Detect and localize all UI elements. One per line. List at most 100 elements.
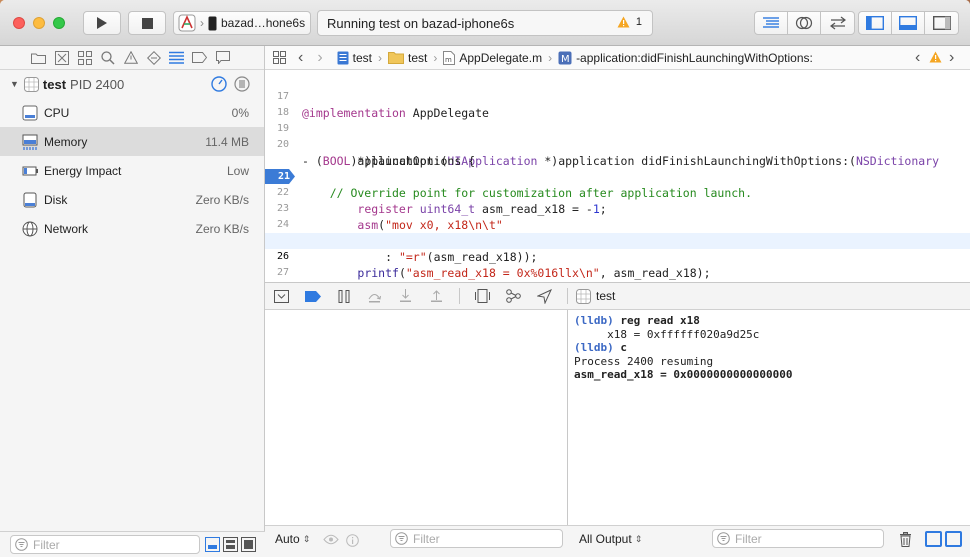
show-variables-view-button[interactable] (925, 531, 942, 547)
minimize-window-button[interactable] (33, 17, 45, 29)
debug-view-hierarchy-button[interactable] (474, 288, 491, 305)
forward-button[interactable]: › (317, 49, 322, 67)
zoom-window-button[interactable] (53, 17, 65, 29)
method-icon: M (558, 51, 572, 65)
view-process-by-thread-icon[interactable] (234, 76, 250, 92)
console-output-popup[interactable]: All Output ⇕ (579, 532, 642, 546)
toggle-navigator-button[interactable] (859, 12, 892, 34)
console-filter-field[interactable]: Filter (712, 529, 884, 548)
debug-navigator-tab[interactable] (168, 49, 185, 66)
warning-count: 1 (635, 16, 642, 28)
updown-chevron-icon: ⇕ (302, 533, 311, 544)
related-items-icon[interactable] (273, 51, 286, 64)
variables-view[interactable] (265, 310, 568, 531)
navigator-filter-bar: Filter (0, 531, 265, 557)
assistant-editor-button[interactable] (788, 12, 821, 34)
filter-gauges-icon[interactable] (205, 537, 220, 552)
gauge-label: Disk (44, 192, 68, 207)
eye-icon[interactable] (323, 534, 339, 545)
simulate-location-button[interactable] (536, 288, 553, 305)
xcode-window: › bazad…hone6s Running test on bazad-iph… (0, 0, 970, 557)
debug-area-filter-bar: Auto ⇕ Filter All Output ⇕ Filter (265, 525, 970, 557)
toggle-utilities-button[interactable] (925, 12, 958, 34)
code-line: 20 - (BOOL)application:(UIApplication *)… (265, 121, 970, 168)
stop-button[interactable] (128, 11, 166, 35)
variables-filter-field[interactable]: Filter (390, 529, 563, 548)
jumpbar-group[interactable]: test (388, 51, 427, 65)
gauge-row-disk[interactable]: Disk Zero KB/s (0, 185, 264, 214)
filter-threads-icon[interactable] (223, 537, 238, 552)
code-line: 22 register uint64_t asm_read_x18 = -1; (265, 169, 970, 216)
navigator-filter-field[interactable]: Filter (10, 535, 200, 554)
cpu-gauge-icon (22, 105, 38, 120)
jumpbar-project[interactable]: test (337, 51, 372, 65)
filter-icon (395, 532, 408, 545)
view-process-by-queue-icon[interactable] (211, 76, 227, 92)
console-line: Process 2400 resuming (574, 355, 970, 369)
toolbar-divider (459, 288, 460, 304)
debug-navigator: ▼ test PID 2400 CPU 0% Memory 11.4 MB En… (0, 46, 265, 557)
jumpbar-method[interactable]: M -application:didFinishLaunchingWithOpt… (558, 51, 813, 65)
report-navigator-tab[interactable] (214, 49, 231, 66)
project-navigator-tab[interactable] (30, 49, 47, 66)
trash-icon[interactable] (899, 532, 912, 547)
stop-icon (141, 17, 153, 29)
step-out-button[interactable] (428, 288, 445, 305)
debug-process-selector[interactable]: test (576, 288, 616, 304)
code-line: *)launchOptions { (265, 137, 970, 168)
issue-navigator-tab[interactable] (122, 49, 139, 66)
source-editor[interactable]: 17 @implementation AppDelegate 18 19 20 … (265, 70, 970, 312)
breakpoint-icon (192, 52, 207, 63)
gauge-row-memory[interactable]: Memory 11.4 MB (0, 127, 264, 156)
hide-debug-area-button[interactable] (273, 288, 290, 305)
back-button[interactable]: ‹ (298, 49, 303, 67)
code-line: 17 @implementation AppDelegate (265, 73, 970, 120)
debug-process-label: test (596, 289, 616, 303)
source-control-icon (54, 50, 69, 65)
show-console-view-button[interactable] (945, 531, 962, 547)
process-row[interactable]: ▼ test PID 2400 (0, 70, 264, 98)
test-navigator-tab[interactable] (145, 49, 162, 66)
warning-icon[interactable] (929, 51, 942, 63)
disclosure-triangle-icon[interactable]: ▼ (10, 79, 19, 89)
gauge-row-network[interactable]: Network Zero KB/s (0, 214, 264, 243)
breakpoints-toggle-button[interactable] (304, 288, 321, 305)
process-name: test (42, 76, 67, 92)
version-editor-button[interactable] (821, 12, 854, 34)
activity-status-text: Running test on bazad-iphone6s (327, 15, 515, 31)
toggle-debug-area-button[interactable] (892, 12, 925, 34)
breakpoint-navigator-tab[interactable] (191, 49, 208, 66)
version-editor-icon (829, 16, 846, 30)
code-line: 18 (265, 89, 970, 118)
memory-gauge-icon (22, 134, 38, 150)
folder-icon (388, 52, 404, 64)
previous-issue-button[interactable]: ‹ (915, 49, 920, 67)
info-icon[interactable] (346, 534, 359, 547)
jumpbar-file[interactable]: m AppDelegate.m (443, 50, 542, 65)
pause-button[interactable] (335, 288, 352, 305)
find-navigator-tab[interactable] (99, 49, 116, 66)
close-window-button[interactable] (13, 17, 25, 29)
gauge-value: 11.4 MB (205, 134, 249, 149)
debug-memory-graph-button[interactable] (505, 288, 522, 305)
scheme-device-label: bazad…hone6s (221, 16, 306, 30)
run-button[interactable] (83, 11, 121, 35)
next-issue-button[interactable]: › (949, 49, 954, 67)
assistant-editor-icon (795, 16, 813, 30)
view-hierarchy-icon (475, 289, 490, 303)
source-control-tab[interactable] (53, 49, 70, 66)
chevron-right-icon: › (378, 50, 382, 65)
symbol-navigator-tab[interactable] (76, 49, 93, 66)
warning-indicator[interactable]: 1 (617, 16, 642, 28)
gauge-row-energy[interactable]: Energy Impact Low (0, 156, 264, 185)
standard-editor-button[interactable] (755, 12, 788, 34)
search-icon (100, 50, 115, 65)
gauge-value: Zero KB/s (195, 192, 249, 207)
step-over-button[interactable] (366, 288, 383, 305)
variables-scope-popup[interactable]: Auto ⇕ (275, 532, 310, 546)
filter-crashed-icon[interactable] (241, 537, 256, 552)
step-into-button[interactable] (397, 288, 414, 305)
scheme-selector[interactable]: › bazad…hone6s (173, 11, 311, 35)
debug-console[interactable]: (lldb) reg read x18 x18 = 0xffffff020a9d… (569, 310, 970, 531)
gauge-row-cpu[interactable]: CPU 0% (0, 98, 264, 127)
